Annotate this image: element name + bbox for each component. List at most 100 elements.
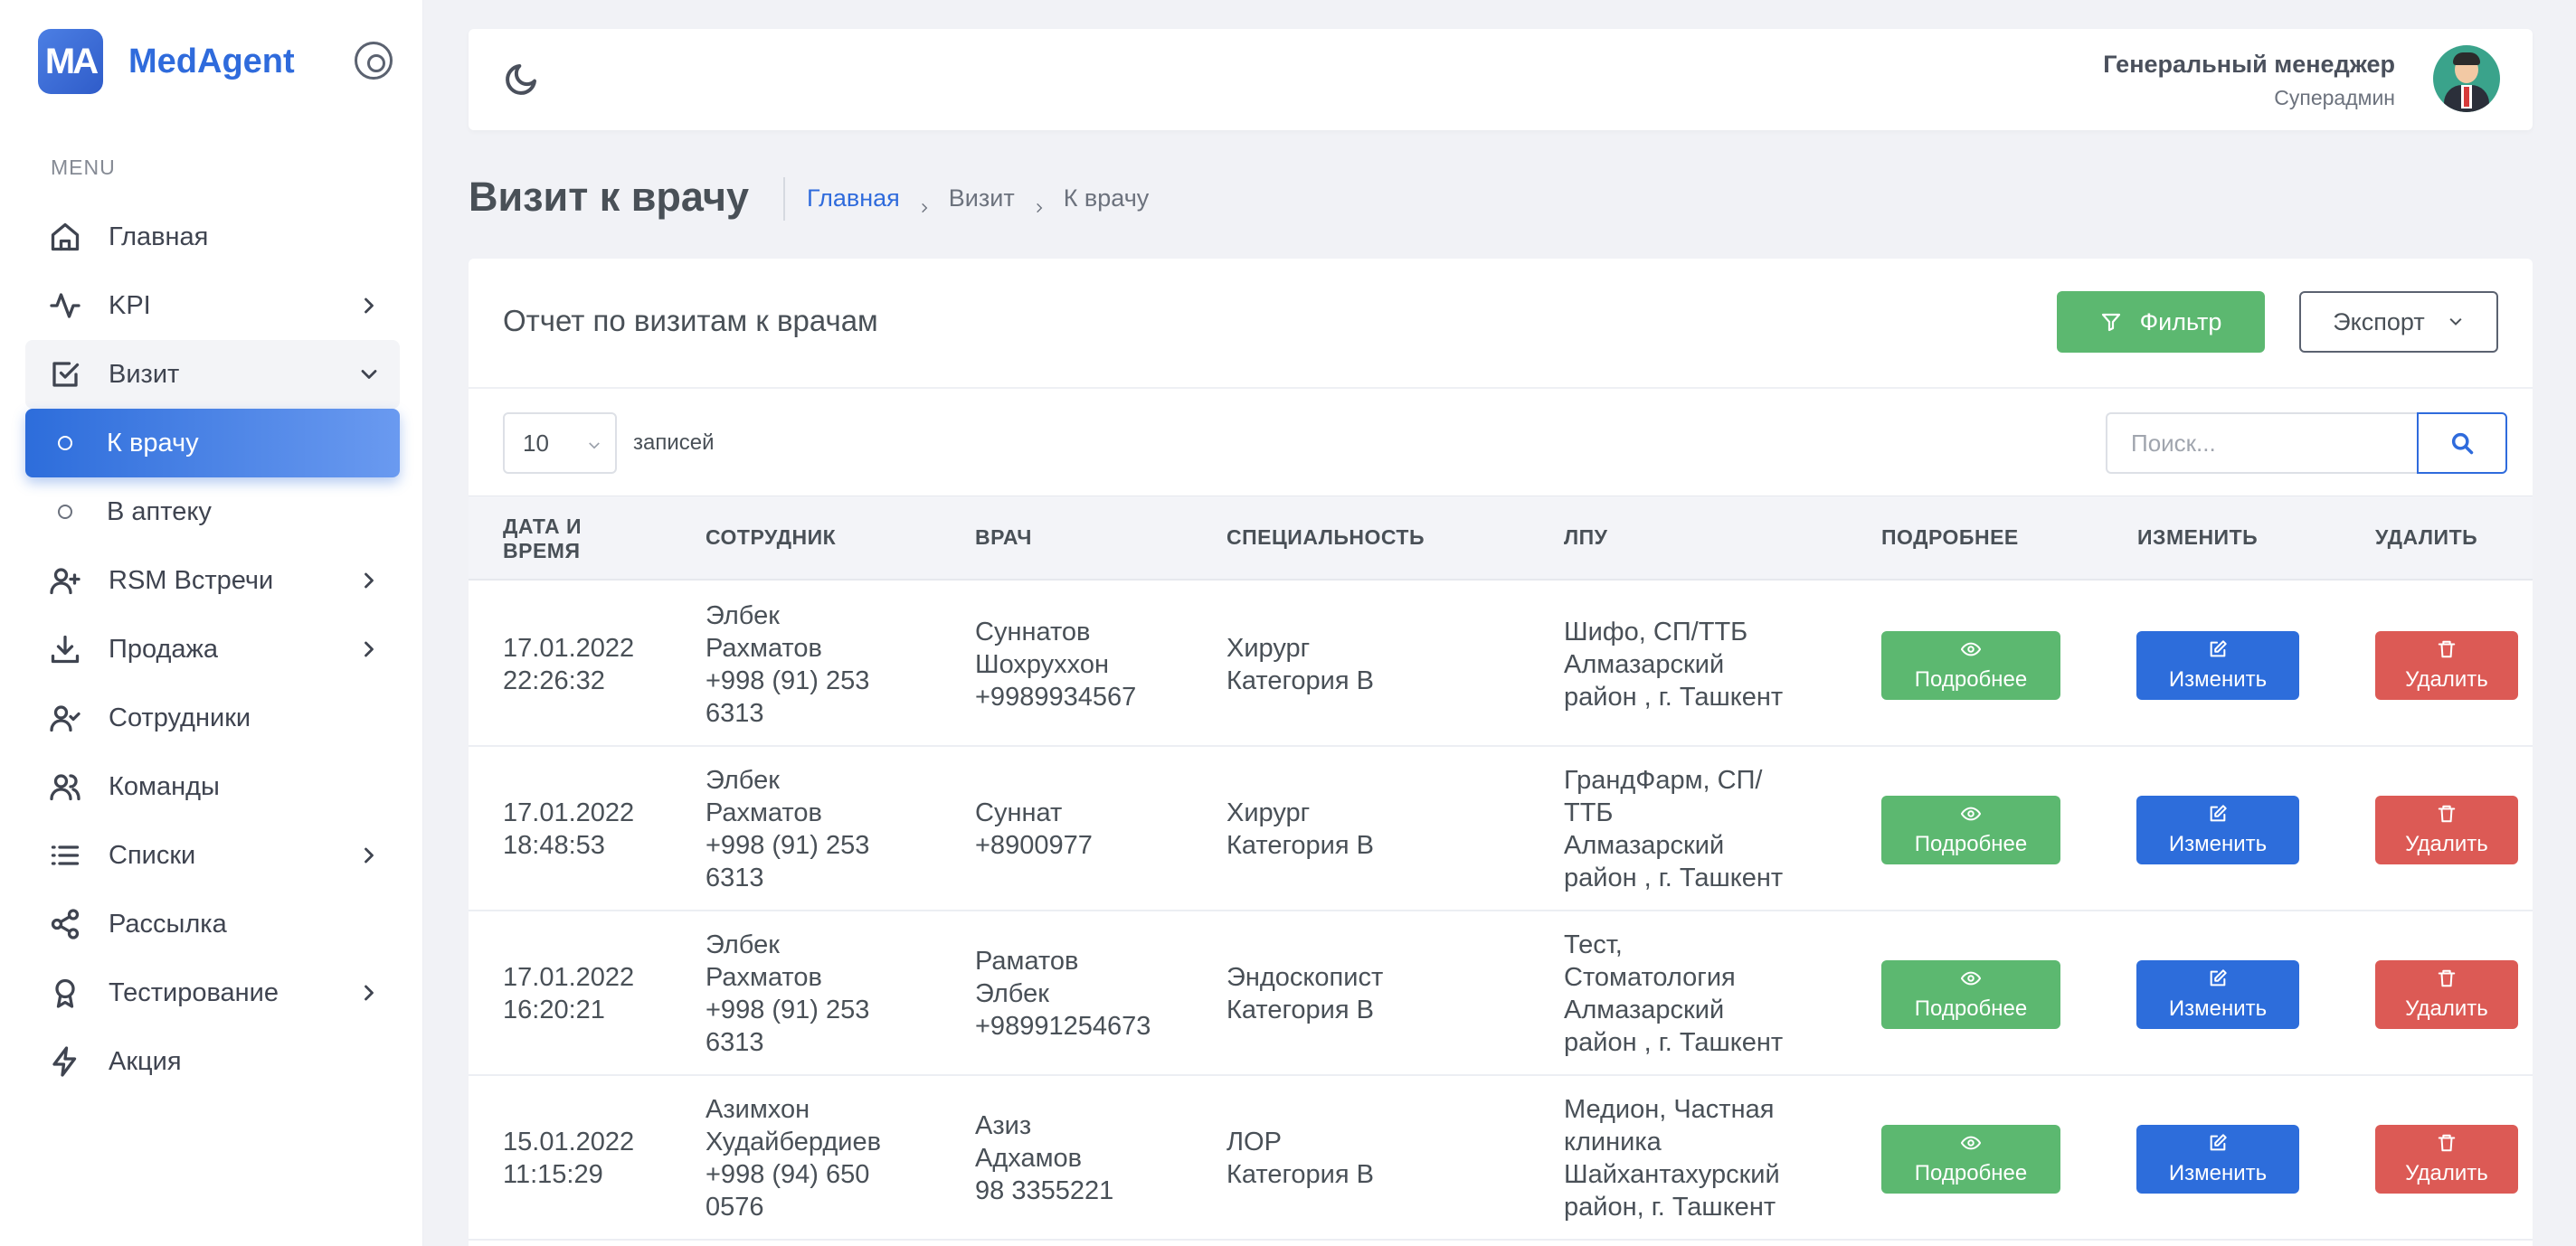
cell-doctor: Раматов Элбек +98991254673 [975, 947, 1151, 1041]
edit-icon [2208, 968, 2228, 996]
sidebar-subitem-pharmacy[interactable]: В аптеку [25, 477, 400, 546]
cell-date: 17.01.2022 22:26:32 [503, 634, 635, 695]
column-header-doctor[interactable]: ВРАЧ [975, 525, 1032, 550]
cell-doctor: Суннат +8900977 [975, 798, 1093, 860]
sidebar-toggle-icon[interactable] [355, 42, 393, 80]
column-header-specialty[interactable]: СПЕЦИАЛЬНОСТЬ [1226, 525, 1425, 550]
details-button[interactable]: Подробнее [1881, 631, 2060, 700]
chevron-right-icon [1033, 193, 1046, 212]
sidebar-item-visit[interactable]: Визит [25, 340, 400, 409]
sidebar: MA MedAgent MENU Главная KPI Визит К вра… [0, 0, 423, 1246]
page-size-label: записей [633, 430, 715, 455]
cell-employee: Элбек Рахматов +998 (91) 253 6313 [706, 766, 870, 892]
sidebar-item-label: К врачу [107, 428, 199, 458]
sidebar-item-home[interactable]: Главная [25, 203, 400, 271]
menu-caption: MENU [51, 156, 116, 179]
chevron-down-icon [356, 362, 382, 387]
sidebar-item-promo[interactable]: Акция [25, 1027, 400, 1096]
sidebar-item-lists[interactable]: Списки [25, 821, 400, 890]
chevron-right-icon [356, 843, 382, 868]
table-row: 17.01.2022 16:20:21 Элбек Рахматов +998 (91)… [469, 911, 2533, 1076]
column-header-delete: УДАЛИТЬ [2375, 525, 2478, 549]
export-dropdown[interactable]: Экспорт [2299, 291, 2498, 353]
sidebar-item-sales[interactable]: Продажа [25, 615, 400, 684]
delete-button[interactable]: Удалить [2375, 796, 2518, 864]
cell-lpu: ГрандФарм, СП/ТТБ Алмазарский район , г. Т… [1564, 766, 1784, 892]
download-icon [49, 633, 81, 665]
delete-button[interactable]: Удалить [2375, 631, 2518, 700]
sidebar-item-label: RSM Встречи [109, 565, 274, 595]
visits-report-card: Отчет по визитам к врачам Фильтр Экспорт… [469, 259, 2533, 1246]
sidebar-item-employees[interactable]: Сотрудники [25, 684, 400, 752]
share-icon [49, 908, 81, 940]
delete-button-label: Удалить [2405, 996, 2488, 1021]
app-name: MedAgent [128, 42, 295, 80]
edit-button-label: Изменить [2168, 666, 2268, 692]
page-size-select[interactable]: 10 [503, 412, 617, 474]
sidebar-item-label: Акция [109, 1046, 182, 1076]
sidebar-item-teams[interactable]: Команды [25, 752, 400, 821]
delete-button-label: Удалить [2405, 1160, 2488, 1185]
details-button[interactable]: Подробнее [1881, 960, 2060, 1029]
user-name: Генеральный менеджер [2103, 51, 2395, 78]
breadcrumb-link-home[interactable]: Главная [807, 184, 900, 212]
dark-mode-toggle-icon[interactable] [503, 61, 539, 98]
filter-button-label: Фильтр [2139, 307, 2222, 335]
column-header-date[interactable]: ДАТА И ВРЕМЯ [503, 514, 582, 563]
details-button-label: Подробнее [1914, 831, 2028, 856]
search-icon [2451, 432, 2474, 455]
table-header: ДАТА И ВРЕМЯ СОТРУДНИК ВРАЧ СПЕЦИАЛЬНОСТЬ… [469, 496, 2533, 581]
home-icon [49, 221, 81, 253]
top-bar: Генеральный менеджер Суперадмин [469, 29, 2533, 130]
breadcrumb-item-visit[interactable]: Визит [949, 184, 1015, 212]
table-row: 17.01.2022 22:26:32 Элбек Рахматов +998 (91)… [469, 582, 2533, 747]
sidebar-item-kpi[interactable]: KPI [25, 271, 400, 340]
cell-employee: Азимхон Худайбердиев +998 (94) 650 0576 [706, 1095, 882, 1222]
cell-date: 15.01.2022 11:15:29 [503, 1128, 635, 1189]
details-button-label: Подробнее [1914, 1160, 2028, 1185]
column-header-details: ПОДРОБНЕЕ [1881, 525, 2019, 549]
edit-button[interactable]: Изменить [2136, 960, 2299, 1029]
trash-icon [2437, 1133, 2457, 1161]
details-button[interactable]: Подробнее [1881, 796, 2060, 864]
logo[interactable]: MA MedAgent [38, 29, 295, 94]
users-icon [49, 770, 81, 803]
edit-button[interactable]: Изменить [2136, 796, 2299, 864]
sidebar-item-label: Сотрудники [109, 703, 251, 732]
check-square-icon [49, 358, 81, 391]
sidebar-item-mailing[interactable]: Рассылка [25, 890, 400, 958]
delete-button-label: Удалить [2405, 666, 2488, 692]
sidebar-item-label: Продажа [109, 634, 219, 664]
search-input[interactable] [2106, 412, 2437, 474]
details-button[interactable]: Подробнее [1881, 1125, 2060, 1194]
sidebar-item-label: KPI [109, 290, 151, 320]
filter-button[interactable]: Фильтр [2057, 291, 2265, 353]
title-divider [783, 177, 785, 221]
cell-specialty: ЛОР Категория B [1226, 1128, 1374, 1189]
cell-date: 17.01.2022 16:20:21 [503, 963, 635, 1024]
cell-employee: Элбек Рахматов +998 (91) 253 6313 [706, 930, 870, 1057]
award-icon [49, 977, 81, 1009]
edit-button[interactable]: Изменить [2136, 1125, 2299, 1194]
sidebar-item-label: Списки [109, 840, 196, 870]
table-row: 17.01.2022 18:48:53 Элбек Рахматов +998 (91)… [469, 747, 2533, 911]
details-button-label: Подробнее [1914, 666, 2028, 692]
cell-lpu: Шифо, СП/ТТБ Алмазарский район , г. Ташкен… [1564, 618, 1784, 712]
card-title: Отчет по визитам к врачам [503, 304, 878, 337]
search-button[interactable] [2417, 412, 2507, 474]
sidebar-subitem-doctor[interactable]: К врачу [25, 409, 400, 477]
cell-date: 17.01.2022 18:48:53 [503, 798, 635, 860]
user-info[interactable]: Генеральный менеджер Суперадмин [2103, 51, 2395, 110]
column-header-lpu[interactable]: ЛПУ [1564, 525, 1607, 550]
sidebar-item-label: Визит [109, 359, 180, 389]
sidebar-item-rsm-meetings[interactable]: RSM Встречи [25, 546, 400, 615]
column-header-employee[interactable]: СОТРУДНИК [706, 525, 836, 550]
cell-doctor: Азиз Адхамов 98 3355221 [975, 1111, 1114, 1205]
cell-employee: Элбек Рахматов +998 (91) 253 6313 [706, 601, 870, 728]
sidebar-item-testing[interactable]: Тестирование [25, 958, 400, 1027]
cell-specialty: Эндоскопист Категория B [1226, 963, 1384, 1024]
delete-button[interactable]: Удалить [2375, 1125, 2518, 1194]
avatar[interactable] [2433, 45, 2500, 112]
edit-button[interactable]: Изменить [2136, 631, 2299, 700]
delete-button[interactable]: Удалить [2375, 960, 2518, 1029]
